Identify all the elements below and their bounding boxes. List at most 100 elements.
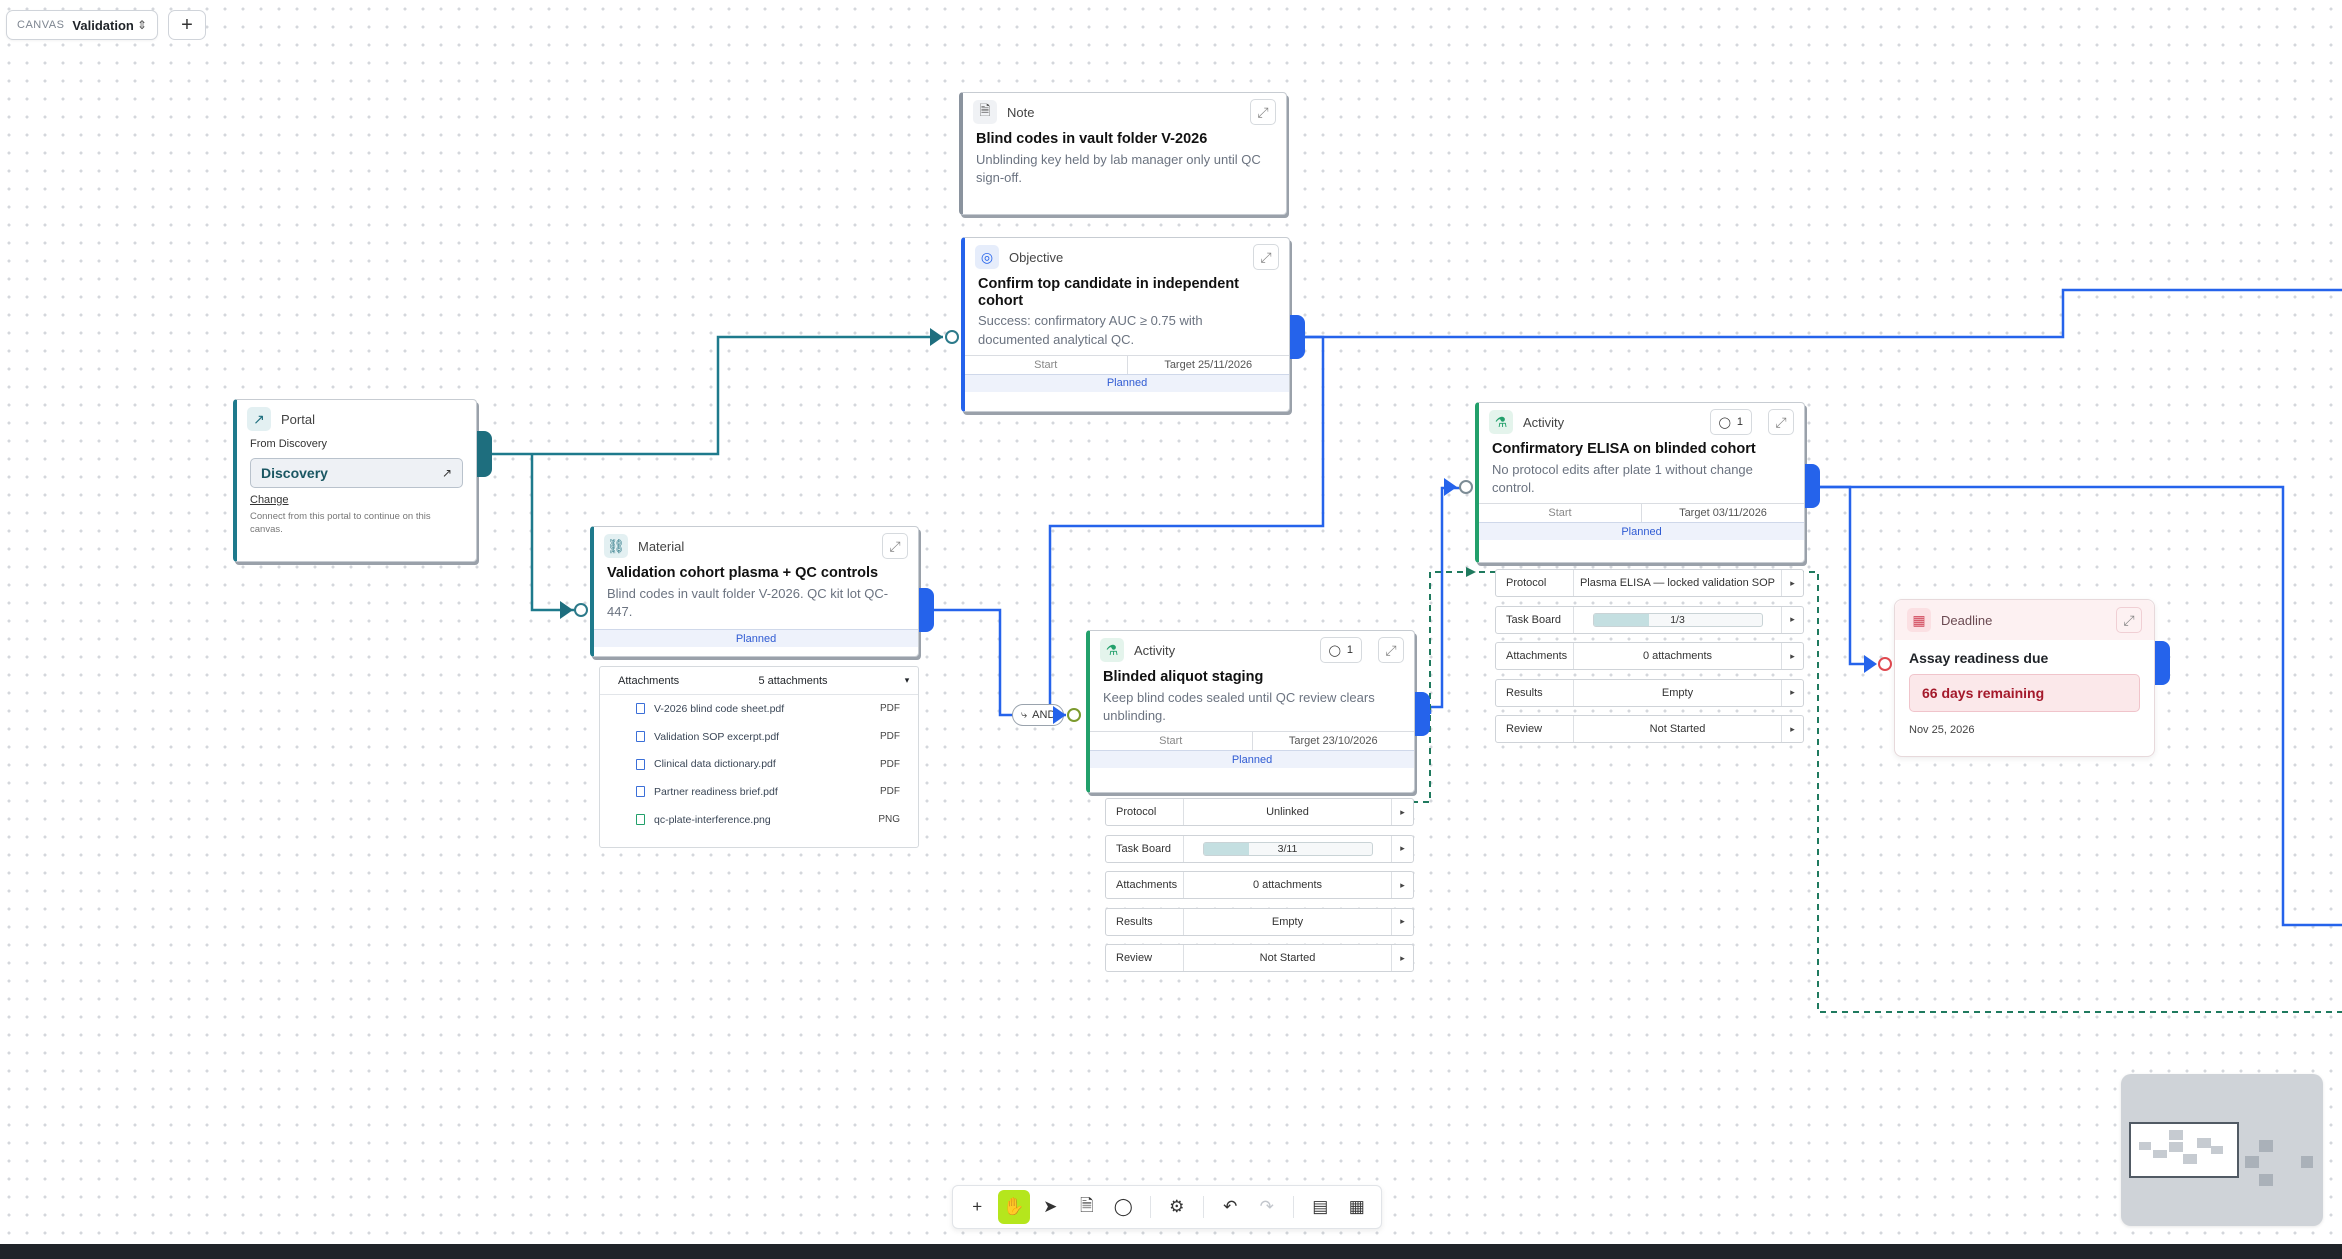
start-date[interactable]: Start xyxy=(1479,504,1642,523)
expand-icon[interactable]: ⤢ xyxy=(882,533,908,559)
caret-right-icon[interactable]: ▸ xyxy=(1391,908,1413,935)
status-badge[interactable]: Planned xyxy=(1090,750,1414,769)
staging-output-port[interactable] xyxy=(1415,692,1430,736)
plus-icon[interactable]: + xyxy=(961,1190,994,1224)
taskboard-row[interactable]: Task Board 1/3 ▸ xyxy=(1495,605,1804,634)
caret-right-icon[interactable]: ▸ xyxy=(1781,679,1803,706)
pointer-icon[interactable]: ➤ xyxy=(1034,1190,1067,1224)
staging-input-port[interactable] xyxy=(1067,708,1081,722)
objective-input-port[interactable] xyxy=(945,330,959,344)
attachment-ext: PDF xyxy=(880,731,900,743)
objective-node[interactable]: ◎ Objective ⤢ Confirm top candidate in i… xyxy=(961,237,1290,412)
caret-right-icon[interactable]: ▸ xyxy=(1391,799,1413,825)
hand-icon[interactable]: ✋ xyxy=(997,1190,1031,1224)
portal-node[interactable]: ↗ Portal From Discovery Discovery ↗ Chan… xyxy=(233,399,477,562)
attachment-item[interactable]: V-2026 blind code sheet.pdf PDF xyxy=(600,695,918,723)
attachment-item[interactable]: Clinical data dictionary.pdf PDF xyxy=(600,750,918,778)
portal-output-port[interactable] xyxy=(477,431,492,477)
protocol-row[interactable]: Protocol Plasma ELISA — locked validatio… xyxy=(1495,569,1804,597)
target-date[interactable]: Target 23/10/2026 xyxy=(1253,732,1415,750)
objective-title: Confirm top candidate in independent coh… xyxy=(978,276,1239,309)
toolbar-divider xyxy=(1293,1196,1294,1218)
prop-key: Task Board xyxy=(1496,606,1574,633)
caret-right-icon[interactable]: ▸ xyxy=(1781,570,1803,596)
add-canvas-button[interactable]: + xyxy=(168,10,206,40)
staging-input-arrow xyxy=(1053,706,1066,724)
portal-change-link[interactable]: Change xyxy=(237,494,476,506)
start-date[interactable]: Start xyxy=(965,355,1128,374)
redo-icon[interactable]: ↷ xyxy=(1251,1190,1284,1224)
portal-discovery-link[interactable]: Discovery ↗ xyxy=(250,458,463,488)
flask-icon: ⚗ xyxy=(1489,410,1513,434)
protocol-row[interactable]: Protocol Unlinked ▸ xyxy=(1105,798,1414,826)
elisa-input-port[interactable] xyxy=(1459,480,1473,494)
attachment-name: Partner readiness brief.pdf xyxy=(654,785,778,798)
start-date[interactable]: Start xyxy=(1090,732,1253,751)
settings-icon[interactable]: ⚙ xyxy=(1161,1190,1194,1224)
deadline-output-port[interactable] xyxy=(2155,641,2170,685)
attachment-item[interactable]: qc-plate-interference.png PNG xyxy=(600,806,918,834)
undo-icon[interactable]: ↶ xyxy=(1214,1190,1247,1224)
comments-button[interactable]: ◯ 1 xyxy=(1319,637,1362,663)
results-row[interactable]: Results Empty ▸ xyxy=(1105,907,1414,936)
taskboard-progress: 1/3 xyxy=(1592,612,1763,627)
taskboard-row[interactable]: Task Board 3/11 ▸ xyxy=(1105,834,1414,863)
status-badge[interactable]: Planned xyxy=(1479,522,1804,541)
prop-key: Review xyxy=(1106,945,1184,971)
caret-down-icon[interactable]: ▾ xyxy=(896,675,918,686)
material-output-port[interactable] xyxy=(919,588,934,632)
expand-icon[interactable]: ⤢ xyxy=(1253,244,1279,270)
caret-right-icon[interactable]: ▸ xyxy=(1781,716,1803,742)
objective-dates: Start Target 25/11/2026 xyxy=(965,354,1290,374)
minimap-node xyxy=(2197,1138,2211,1148)
attachments-header[interactable]: Attachments 5 attachments ▾ xyxy=(600,667,918,695)
portal-help-text: Connect from this portal to continue on … xyxy=(250,511,431,535)
node-type-label: Portal xyxy=(281,411,315,427)
target-date[interactable]: Target 03/11/2026 xyxy=(1642,504,1804,522)
prop-value: Unlinked xyxy=(1266,806,1309,818)
material-node[interactable]: ⛓ Material ⤢ Validation cohort plasma + … xyxy=(590,526,919,657)
elisa-activity-node[interactable]: ⚗ Activity ◯ 1 ⤢ Confirmatory ELISA on b… xyxy=(1475,402,1805,563)
node-type-label: Deadline xyxy=(1941,612,1993,628)
caret-right-icon[interactable]: ▸ xyxy=(1391,835,1413,862)
caret-right-icon[interactable]: ▸ xyxy=(1781,606,1803,633)
review-row[interactable]: Review Not Started ▸ xyxy=(1495,715,1804,743)
material-description: Blind codes in vault folder V-2026. QC k… xyxy=(607,585,889,619)
minimap-viewport[interactable] xyxy=(2129,1122,2239,1178)
objective-output-port[interactable] xyxy=(1290,315,1305,359)
prop-value: 0 attachments xyxy=(1642,650,1713,662)
attachments-row[interactable]: Attachments 0 attachments ▸ xyxy=(1495,642,1804,670)
note-node[interactable]: 🗎 Note ⤢ Blind codes in vault folder V-2… xyxy=(959,92,1287,215)
comments-button[interactable]: ◯ 1 xyxy=(1709,409,1752,435)
sticky-note-icon[interactable]: 🗎 xyxy=(1071,1190,1104,1224)
material-input-port[interactable] xyxy=(574,603,588,617)
expand-icon[interactable]: ⤢ xyxy=(1378,637,1404,663)
caret-right-icon[interactable]: ▸ xyxy=(1391,945,1413,971)
caret-right-icon[interactable]: ▸ xyxy=(1781,643,1803,669)
minimap[interactable] xyxy=(2121,1074,2323,1226)
attachment-item[interactable]: Partner readiness brief.pdf PDF xyxy=(600,778,918,806)
caret-right-icon[interactable]: ▸ xyxy=(1391,872,1413,898)
expand-icon[interactable]: ⤢ xyxy=(2116,607,2142,633)
deadline-node[interactable]: ▦ Deadline ⤢ Assay readiness due 66 days… xyxy=(1894,599,2155,757)
canvas-selector[interactable]: CANVAS Validation ⇕ xyxy=(6,10,158,40)
elisa-input-arrow xyxy=(1444,478,1457,496)
attachments-row[interactable]: Attachments 0 attachments ▸ xyxy=(1105,871,1414,899)
prop-key: Attachments xyxy=(1496,643,1574,669)
deadline-input-port[interactable] xyxy=(1878,657,1892,671)
attachment-item[interactable]: Validation SOP excerpt.pdf PDF xyxy=(600,723,918,751)
layout-icon[interactable]: ▤ xyxy=(1304,1190,1337,1224)
staging-activity-node[interactable]: ⚗ Activity ◯ 1 ⤢ Blinded aliquot staging… xyxy=(1086,630,1415,793)
results-row[interactable]: Results Empty ▸ xyxy=(1495,678,1804,707)
expand-icon[interactable]: ⤢ xyxy=(1250,99,1276,125)
status-badge[interactable]: Planned xyxy=(594,629,918,648)
target-date[interactable]: Target 25/11/2026 xyxy=(1128,356,1290,374)
expand-icon[interactable]: ⤢ xyxy=(1768,409,1794,435)
status-badge[interactable]: Planned xyxy=(965,373,1289,392)
calendar-icon[interactable]: ▦ xyxy=(1341,1190,1374,1224)
review-row[interactable]: Review Not Started ▸ xyxy=(1105,944,1414,972)
comment-icon[interactable]: ◯ xyxy=(1107,1190,1140,1224)
elisa-output-port[interactable] xyxy=(1805,464,1820,508)
arrow-up-right-icon: ↗ xyxy=(441,466,452,480)
days-remaining-badge: 66 days remaining xyxy=(1909,674,2140,712)
